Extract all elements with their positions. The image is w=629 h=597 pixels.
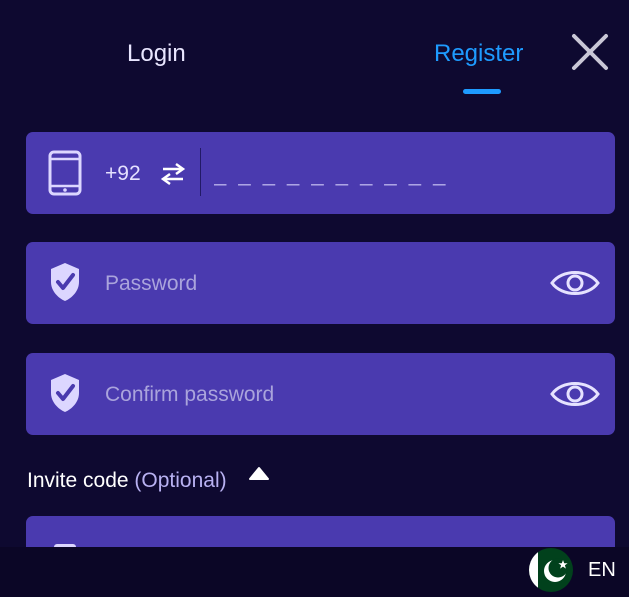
password-input[interactable] (105, 266, 525, 302)
confirm-password-field (26, 353, 615, 435)
tab-register[interactable]: Register (434, 40, 523, 68)
smartphone-icon (48, 150, 82, 196)
invite-code-field[interactable] (26, 516, 615, 547)
invite-optional-text: (Optional) (134, 469, 227, 492)
password-field (26, 242, 615, 324)
close-icon (572, 34, 608, 70)
invite-code-text: Invite code (27, 469, 129, 492)
eye-icon[interactable] (550, 264, 600, 302)
active-tab-indicator (463, 89, 501, 94)
language-selector[interactable]: EN (588, 559, 616, 582)
shield-check-icon (51, 374, 79, 412)
eye-icon[interactable] (550, 375, 600, 413)
shield-check-icon (51, 263, 79, 301)
country-code[interactable]: +92 (105, 162, 141, 186)
swap-arrows-icon[interactable] (160, 162, 186, 186)
register-modal: Login Register +92 _ _ _ _ _ _ _ _ _ _ I… (0, 0, 629, 547)
invite-code-label: Invite code (Optional) (27, 469, 227, 493)
phone-field: +92 (26, 132, 615, 214)
pakistan-flag-icon[interactable] (526, 547, 576, 593)
phone-number-input[interactable] (214, 156, 584, 192)
field-divider (200, 148, 201, 196)
confirm-password-input[interactable] (105, 377, 525, 413)
tab-login[interactable]: Login (127, 40, 186, 68)
close-button[interactable] (570, 32, 610, 72)
auth-tabs: Login Register (0, 0, 629, 110)
caret-up-icon[interactable] (248, 465, 270, 481)
